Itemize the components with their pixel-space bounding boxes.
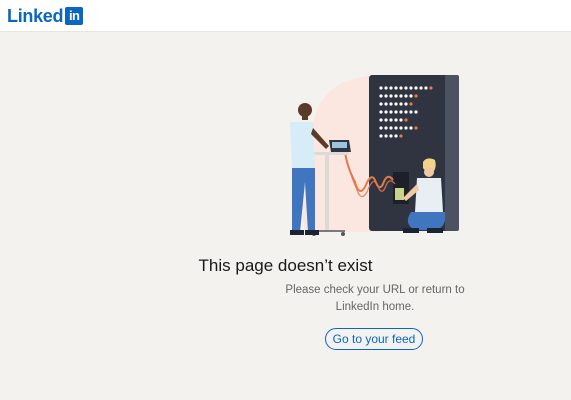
go-to-feed-button[interactable]: Go to your feed <box>325 328 423 350</box>
linkedin-logo[interactable]: Linked in <box>7 6 84 26</box>
top-bar: Linked in <box>0 0 571 32</box>
server-maintenance-illustration <box>290 75 459 236</box>
error-message: Please check your URL or return to Linke… <box>285 284 465 313</box>
page-title: This page doesn’t exist <box>198 256 373 275</box>
logo-in-box: in <box>65 7 84 25</box>
logo-wordmark: Linked <box>7 6 64 26</box>
